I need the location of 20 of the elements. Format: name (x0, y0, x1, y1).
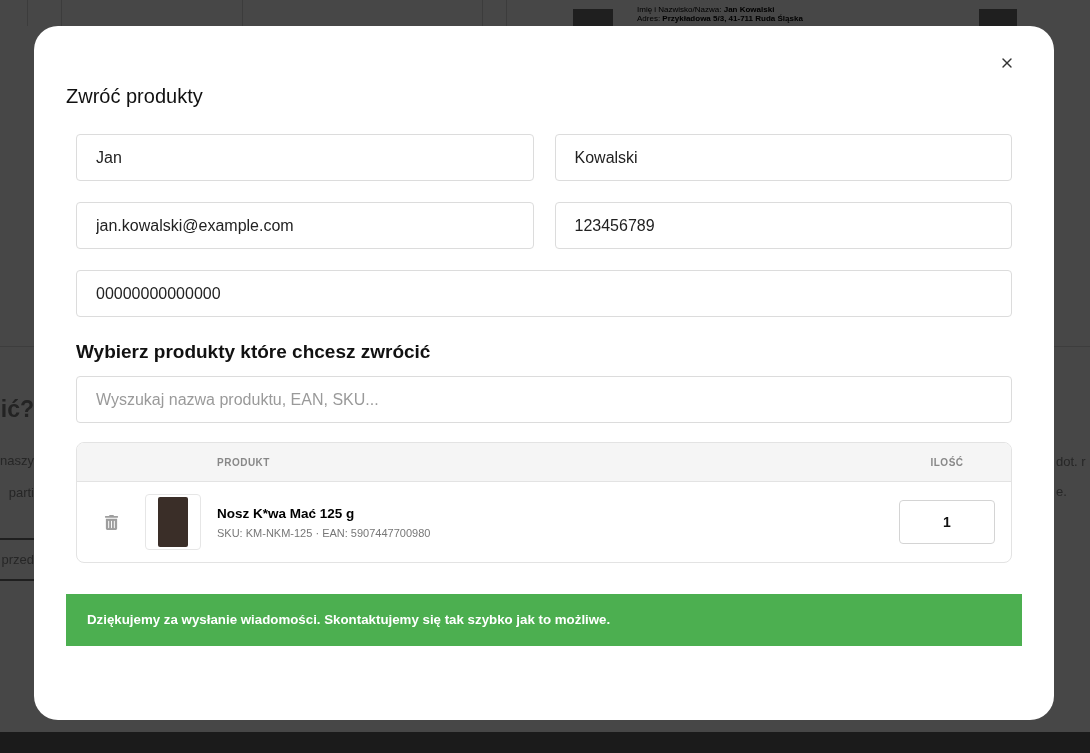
dialog-title: Zwróć produkty (66, 84, 203, 109)
search-field[interactable]: Wyszukaj nazwa produktu, EAN, SKU... (76, 376, 1012, 423)
column-header: PRODUKT (217, 455, 270, 470)
address-text: Adres: Przykładowa 5/3, 41-711 Ruda Śląska (637, 14, 803, 23)
text-field[interactable]: 123456789 (554, 202, 1012, 249)
quantity-field[interactable]: 1 (899, 500, 995, 544)
section-heading: Wybierz produkty które chcesz zwrócić (76, 340, 431, 364)
text-field[interactable]: 00000000000000 (76, 270, 1012, 317)
image-placeholder (573, 9, 613, 26)
product-name: Nosz K*wa Mać 125 g (217, 504, 355, 523)
trash-icon (104, 514, 119, 530)
image-placeholder (979, 9, 1017, 26)
success-banner: Dziękujemy za wysłanie wiadomości. Skontaktujemy się tak szybko jak to możliwe. (66, 594, 1022, 646)
column-header: ILOŚĆ (930, 455, 964, 470)
delete-button[interactable] (104, 513, 119, 531)
photo-placeholder (158, 497, 188, 547)
text-field[interactable]: Kowalski (554, 134, 1012, 181)
text-field[interactable]: jan.kowalski@example.com (76, 202, 534, 249)
text-field[interactable]: Jan (76, 134, 534, 181)
product-meta: SKU: KM-NKM-125 · EAN: 5907447700980 (217, 525, 431, 540)
